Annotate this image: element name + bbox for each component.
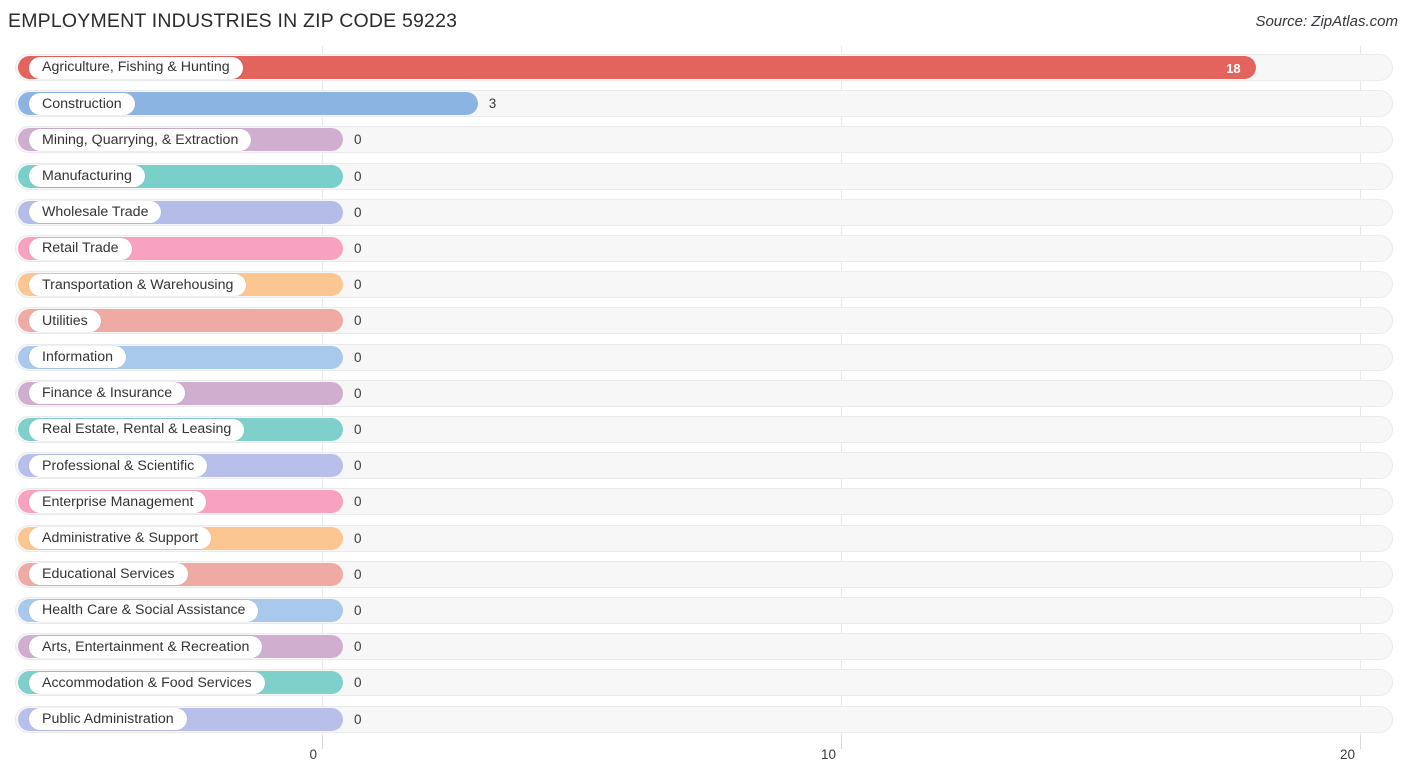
category-label-text: Health Care & Social Assistance: [42, 602, 246, 619]
category-label: Arts, Entertainment & Recreation: [29, 635, 263, 658]
category-label: Health Care & Social Assistance: [29, 599, 259, 622]
page-title: EMPLOYMENT INDUSTRIES IN ZIP CODE 59223: [8, 10, 458, 32]
bar-row: Manufacturing 0: [0, 159, 1406, 195]
bar-row: Accommodation & Food Services 0: [0, 665, 1406, 701]
bar-row: Administrative & Support 0: [0, 521, 1406, 557]
bar-row: Agriculture, Fishing & Hunting 18: [0, 50, 1406, 86]
axis-tick-mark: [841, 736, 842, 749]
category-label: Utilities: [29, 309, 101, 332]
category-label-text: Arts, Entertainment & Recreation: [42, 638, 250, 655]
category-label-text: Wholesale Trade: [42, 204, 149, 221]
value-label: 0: [354, 168, 362, 184]
category-label: Mining, Quarrying, & Extraction: [29, 128, 252, 151]
value-label: 0: [354, 711, 362, 727]
axis-tick-mark: [1360, 736, 1361, 749]
category-label-text: Public Administration: [42, 710, 174, 727]
axis-tick-label: 10: [820, 747, 836, 762]
value-label: 0: [354, 603, 362, 618]
category-label-text: Finance & Insurance: [42, 385, 173, 402]
category-label: Accommodation & Food Services: [29, 671, 265, 694]
category-label: Wholesale Trade: [29, 201, 162, 224]
value-label: 0: [354, 241, 362, 256]
axis-tick-label: 0: [309, 747, 317, 762]
bar-row: Enterprise Management 0: [0, 484, 1406, 520]
category-label-text: Enterprise Management: [42, 493, 194, 510]
category-label-text: Accommodation & Food Services: [42, 674, 252, 691]
bar-rows: Agriculture, Fishing & Hunting 18 Construc…: [0, 46, 1406, 736]
value-label: 0: [354, 494, 362, 510]
category-label-text: Information: [42, 348, 113, 365]
bar-row: Construction 3: [0, 86, 1406, 122]
value-label: 0: [354, 277, 362, 293]
value-label: 3: [488, 96, 497, 112]
category-label: Retail Trade: [29, 237, 132, 260]
bar-row: Health Care & Social Assistance 0: [0, 593, 1406, 629]
bar-row: Educational Services 0: [0, 557, 1406, 593]
bar-row: Retail Trade 0: [0, 231, 1406, 267]
category-label-text: Utilities: [42, 312, 88, 329]
category-label: Manufacturing: [29, 165, 145, 188]
category-label-text: Mining, Quarrying, & Extraction: [42, 131, 239, 148]
category-label-text: Professional & Scientific: [42, 457, 195, 474]
category-label: Professional & Scientific: [29, 454, 208, 477]
bar-row: Mining, Quarrying, & Extraction 0: [0, 122, 1406, 158]
bar-row: Real Estate, Rental & Leasing 0: [0, 412, 1406, 448]
bar-row: Transportation & Warehousing 0: [0, 267, 1406, 303]
value-label: 0: [354, 675, 362, 691]
value-label: 0: [354, 458, 362, 474]
category-label-text: Manufacturing: [42, 167, 132, 184]
bar-row: Information 0: [0, 340, 1406, 376]
value-label: 0: [354, 639, 362, 655]
category-label-text: Real Estate, Rental & Leasing: [42, 421, 232, 438]
axis-tick-mark: [322, 736, 323, 749]
category-label: Finance & Insurance: [29, 382, 186, 405]
category-label: Administrative & Support: [29, 527, 212, 550]
category-label-text: Educational Services: [42, 566, 175, 583]
category-label-text: Construction: [42, 95, 122, 112]
value-label: 0: [354, 422, 362, 437]
bar-row: Wholesale Trade 0: [0, 195, 1406, 231]
category-label: Real Estate, Rental & Leasing: [29, 418, 245, 441]
category-label: Agriculture, Fishing & Hunting: [29, 56, 243, 79]
value-label: 0: [354, 204, 362, 220]
value-label: 0: [354, 566, 362, 582]
category-label: Transportation & Warehousing: [29, 273, 247, 296]
category-label: Information: [29, 346, 126, 369]
value-label: 0: [354, 385, 362, 401]
axis-tick-label: 20: [1339, 747, 1355, 762]
bar-row: Utilities 0: [0, 303, 1406, 339]
plot-area: Agriculture, Fishing & Hunting 18 Construc…: [0, 46, 1406, 736]
value-label: 18: [1226, 60, 1241, 76]
x-axis: 0 10 20: [0, 736, 1406, 777]
value-label: 0: [354, 313, 362, 329]
bar-row: Arts, Entertainment & Recreation 0: [0, 629, 1406, 665]
category-label: Enterprise Management: [29, 490, 207, 513]
bar-row: Public Administration 0: [0, 702, 1406, 738]
bar-row: Finance & Insurance 0: [0, 376, 1406, 412]
category-label: Educational Services: [29, 563, 188, 586]
category-label-text: Administrative & Support: [42, 529, 199, 546]
category-label-text: Retail Trade: [42, 240, 119, 257]
category-label: Construction: [29, 92, 135, 115]
bar-row: Professional & Scientific 0: [0, 448, 1406, 484]
category-label-text: Agriculture, Fishing & Hunting: [42, 59, 230, 76]
value-label: 0: [354, 349, 362, 365]
value-label: 0: [354, 530, 362, 546]
chart-header: EMPLOYMENT INDUSTRIES IN ZIP CODE 59223 …: [0, 0, 1406, 46]
category-label: Public Administration: [29, 708, 187, 731]
category-label-text: Transportation & Warehousing: [42, 276, 234, 293]
value-label: 0: [354, 132, 362, 148]
source-attribution: Source: ZipAtlas.com: [1255, 13, 1398, 30]
